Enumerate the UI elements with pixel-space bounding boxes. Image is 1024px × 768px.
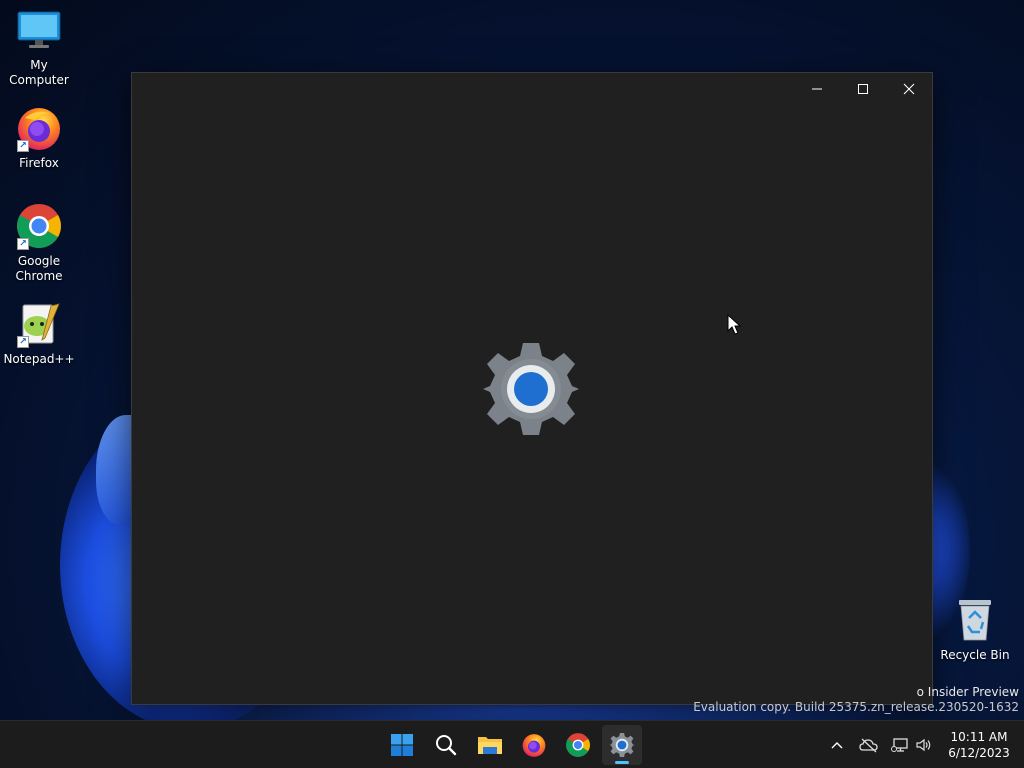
onedrive-icon xyxy=(859,738,878,753)
close-icon xyxy=(903,83,915,95)
taskbar-settings-button[interactable] xyxy=(602,725,642,765)
shortcut-arrow-icon: ↗ xyxy=(17,336,29,348)
start-icon xyxy=(391,734,413,756)
maximize-button[interactable] xyxy=(840,73,886,105)
taskbar-firefox-button[interactable] xyxy=(514,725,554,765)
chrome-icon xyxy=(566,733,590,757)
search-icon xyxy=(436,735,457,756)
active-app-indicator xyxy=(615,761,629,764)
shortcut-arrow-icon: ↗ xyxy=(17,140,29,152)
system-clock[interactable]: 10:11 AM 6/12/2023 xyxy=(940,729,1018,761)
volume-tray-button[interactable] xyxy=(912,733,936,757)
file-explorer-button[interactable] xyxy=(470,725,510,765)
start-button[interactable] xyxy=(382,725,422,765)
minimize-icon xyxy=(812,88,822,90)
taskbar: 10:11 AM 6/12/2023 xyxy=(0,720,1024,768)
close-button[interactable] xyxy=(886,73,932,105)
monitor-icon xyxy=(0,10,78,54)
firefox-icon: ↗ xyxy=(15,104,63,152)
desktop-icon-label: Recycle Bin xyxy=(940,648,1010,662)
show-hidden-icons-button[interactable] xyxy=(825,733,849,757)
settings-gear-icon xyxy=(481,341,581,441)
desktop-icon-label: My Computer xyxy=(9,58,69,87)
desktop-icon-label: Firefox xyxy=(19,156,59,170)
settings-icon xyxy=(609,733,635,757)
recycle-bin-icon xyxy=(953,596,997,644)
firefox-icon xyxy=(522,734,546,757)
desktop-icon-firefox[interactable]: ↗ Firefox xyxy=(0,104,78,171)
network-icon xyxy=(891,738,908,752)
desktop-icon-notepad-plus-plus[interactable]: ↗ Notepad++ xyxy=(0,302,78,367)
file-explorer-icon xyxy=(478,737,502,754)
search-button[interactable] xyxy=(426,725,466,765)
build-watermark: Evaluation copy. Build 25375.zn_release.… xyxy=(693,700,1019,714)
clock-date: 6/12/2023 xyxy=(948,746,1010,760)
onedrive-tray-button[interactable] xyxy=(857,733,881,757)
chevron-up-icon xyxy=(831,742,843,749)
maximize-icon xyxy=(858,84,868,94)
desktop-icon-label: Google Chrome xyxy=(15,254,63,283)
settings-window[interactable] xyxy=(131,72,933,705)
notepad-plus-plus-icon: ↗ xyxy=(15,302,63,348)
taskbar-chrome-button[interactable] xyxy=(558,725,598,765)
network-tray-button[interactable] xyxy=(888,733,912,757)
shortcut-arrow-icon: ↗ xyxy=(17,238,29,250)
desktop-icon-google-chrome[interactable]: ↗ Google Chrome xyxy=(0,202,78,284)
desktop-icon-label: Notepad++ xyxy=(3,352,75,366)
chrome-icon: ↗ xyxy=(15,202,63,250)
desktop-icon-recycle-bin[interactable]: Recycle Bin xyxy=(936,596,1014,663)
desktop-icon-my-computer[interactable]: My Computer xyxy=(0,10,78,88)
minimize-button[interactable] xyxy=(794,73,840,105)
clock-time: 10:11 AM xyxy=(950,730,1008,744)
mouse-cursor-icon xyxy=(727,313,742,340)
insider-watermark: o Insider Preview xyxy=(916,685,1019,699)
volume-icon xyxy=(916,738,931,752)
